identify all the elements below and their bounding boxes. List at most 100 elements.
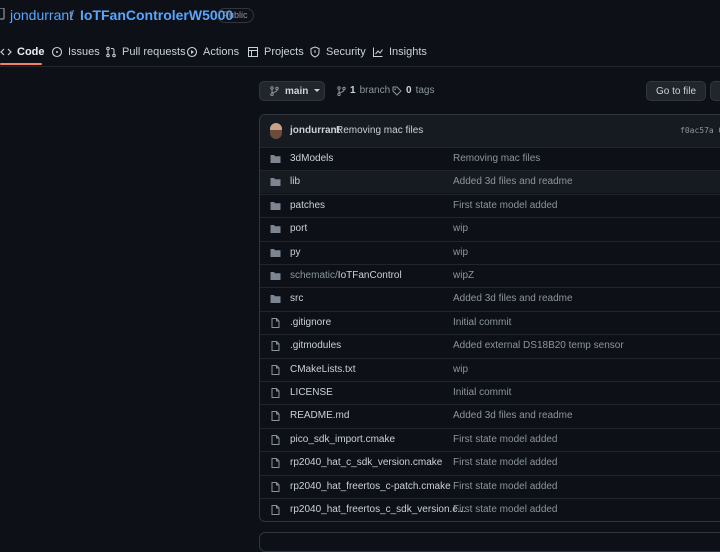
branch-select-button[interactable]: main [259,81,325,101]
file-icon [271,481,280,492]
avatar[interactable] [270,123,282,139]
active-tab-indicator [0,63,42,65]
folder-icon [270,272,281,280]
issue-icon [51,46,63,58]
file-row[interactable]: CMakeLists.txt wip [260,357,720,381]
file-commit-message[interactable]: Initial commit [453,387,511,398]
file-commit-message[interactable]: First state model added [453,457,558,468]
file-commit-message[interactable]: Added 3d files and readme [453,410,573,421]
tab-label: Actions [203,46,240,58]
tag-icon [392,86,402,96]
latest-commit-bar: jondurrant Removing mac files f0ac57a Of [260,115,720,148]
file-row[interactable]: patches First state model added [260,193,720,217]
file-row[interactable]: schematic/IoTFanControl wipZ [260,264,720,287]
file-icon [271,434,280,445]
file-row[interactable]: py wip [260,240,720,264]
file-name-link[interactable]: rp2040_hat_c_sdk_version.cmake [290,457,442,468]
file-name-link[interactable]: .gitmodules [290,340,341,351]
file-name-link[interactable]: patches [290,200,325,211]
file-name-link[interactable]: .gitignore [290,317,331,328]
file-commit-message[interactable]: Initial commit [453,317,511,328]
file-name-link[interactable]: port [290,223,307,234]
tab-label: Security [326,46,366,58]
branches-label: branch [359,85,391,96]
file-row[interactable]: pico_sdk_import.cmake First state model a… [260,427,720,451]
repo-owner-link[interactable]: jondurrant [10,7,73,23]
file-row[interactable]: rp2040_hat_freertos_c-patch.cmake First s… [260,474,720,498]
tab-security[interactable]: Security [309,38,366,66]
file-commit-message[interactable]: First state model added [453,434,558,445]
folder-icon [270,155,281,163]
file-commit-message[interactable]: Added 3d files and readme [453,293,573,304]
file-commit-message[interactable]: wip [453,364,468,375]
tags-label: tags [415,85,435,96]
file-commit-message[interactable]: Removing mac files [453,153,540,164]
chevron-down-icon [314,89,321,92]
tags-link[interactable]: 0 tags [392,85,434,96]
commit-author[interactable]: jondurrant [290,125,340,136]
file-row[interactable]: rp2040_hat_freertos_c_sdk_version.c... Fi… [260,498,720,521]
file-name-link[interactable]: schematic/IoTFanControl [290,270,402,281]
file-icon [271,364,280,375]
file-row[interactable]: port wip [260,217,720,240]
file-name-link[interactable]: README.md [290,410,349,421]
file-browser: jondurrant Removing mac files f0ac57a Of… [259,114,720,522]
file-name-link[interactable]: LICENSE [290,387,333,398]
branch-icon [270,86,279,96]
tab-label: Pull requests [122,46,186,58]
branches-count: 1 [350,85,356,96]
add-file-button[interactable] [710,81,720,101]
file-row[interactable]: README.md Added 3d files and readme [260,404,720,427]
tab-pull-requests[interactable]: Pull requests [105,38,186,66]
file-row[interactable]: rp2040_hat_c_sdk_version.cmake First stat… [260,451,720,474]
file-name-link[interactable]: src [290,293,303,304]
file-name-link[interactable]: pico_sdk_import.cmake [290,434,395,445]
tab-actions[interactable]: Actions [186,38,239,66]
branches-link[interactable]: 1 branch [337,85,390,96]
repo-separator: / [70,7,74,23]
tab-issues[interactable]: Issues [51,38,100,66]
file-commit-message[interactable]: wipZ [453,270,474,281]
tab-insights[interactable]: Insights [372,38,427,66]
file-name-link[interactable]: CMakeLists.txt [290,364,356,375]
file-row[interactable]: lib Added 3d files and readme [260,170,720,194]
go-to-file-button[interactable]: Go to file [646,81,706,101]
visibility-badge: Public [217,8,254,23]
file-icon [271,458,280,469]
file-commit-message[interactable]: Added external DS18B20 temp sensor [453,340,624,351]
file-icon [271,505,280,515]
repo-name-link[interactable]: IoTFanControlerW5000 [80,7,233,23]
file-commit-message[interactable]: First state model added [453,481,558,492]
file-commit-message[interactable]: First state model added [453,200,558,211]
readme-box [259,532,720,552]
file-icon [271,317,280,328]
branch-icon [337,85,346,96]
file-row[interactable]: src Added 3d files and readme [260,287,720,310]
file-commit-message[interactable]: Added 3d files and readme [453,176,573,187]
commit-sha[interactable]: f0ac57a Of [680,126,720,135]
shield-icon [310,46,320,58]
file-name-link[interactable]: lib [290,176,300,187]
file-row[interactable]: .gitmodules Added external DS18B20 temp s… [260,334,720,357]
table-icon [248,47,258,57]
file-commit-message[interactable]: wip [453,247,468,258]
file-name-link[interactable]: py [290,247,301,258]
folder-icon [270,178,281,187]
file-commit-message[interactable]: wip [453,223,468,234]
tab-code[interactable]: Code [0,38,45,66]
file-commit-message[interactable]: First state model added [453,504,558,515]
file-name-link[interactable]: rp2040_hat_freertos_c_sdk_version.c... [290,504,466,515]
file-name-link[interactable]: rp2040_hat_freertos_c-patch.cmake [290,481,451,492]
tab-projects[interactable]: Projects [247,38,304,66]
play-icon [186,46,198,58]
folder-icon [270,201,281,210]
file-row[interactable]: LICENSE Initial commit [260,381,720,404]
file-row[interactable]: .gitignore Initial commit [260,310,720,334]
repo-nav-tabs: Code Issues Pull requests Actions Projec… [0,38,720,67]
file-row[interactable]: 3dModels Removing mac files [260,147,720,170]
file-name-link[interactable]: 3dModels [290,153,333,164]
file-icon [271,388,280,398]
file-name: IoTFanControl [337,270,402,281]
folder-icon [270,248,281,257]
commit-message[interactable]: Removing mac files [336,125,423,136]
